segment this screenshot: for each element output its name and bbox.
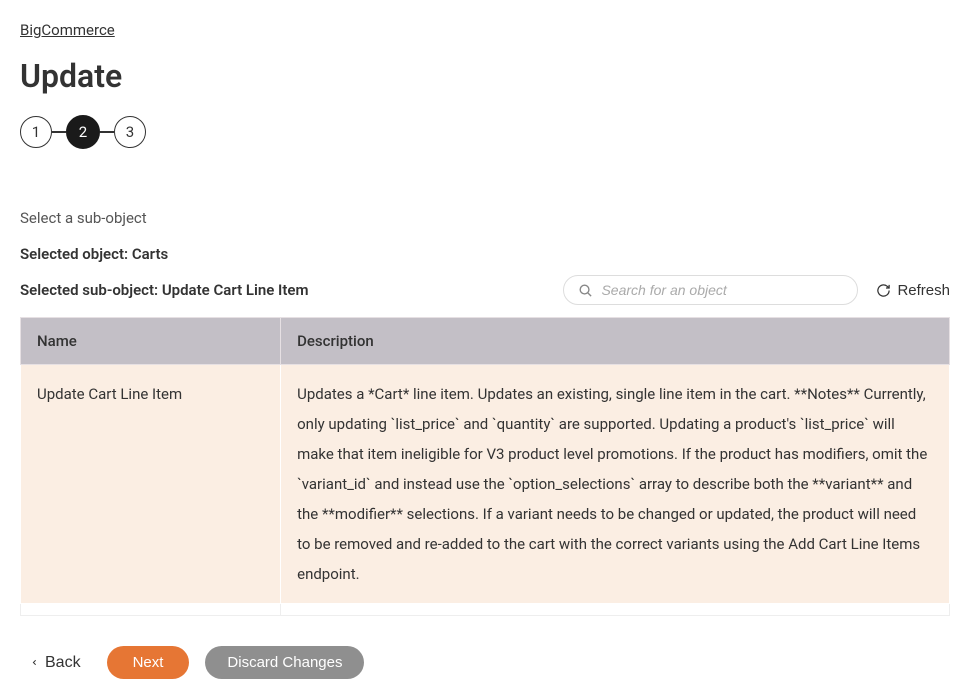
- step-1[interactable]: 1: [20, 116, 52, 148]
- stepper: 1 2 3: [20, 115, 950, 149]
- table-row[interactable]: Update Cart Line Item Updates a *Cart* l…: [21, 365, 950, 604]
- col-description-header: Description: [281, 318, 950, 365]
- object-table: Name Description Update Cart Line Item U…: [20, 317, 950, 616]
- footer: Back Next Discard Changes: [20, 646, 950, 679]
- selected-object-line: Selected object: Carts: [20, 245, 950, 263]
- selected-object-value: Carts: [132, 245, 168, 263]
- search-icon: [578, 283, 593, 298]
- back-label: Back: [45, 654, 81, 672]
- step-line: [100, 131, 114, 133]
- subheader: Select a sub-object: [20, 209, 950, 227]
- breadcrumb[interactable]: BigCommerce: [20, 21, 115, 39]
- search-input-wrapper[interactable]: [563, 275, 858, 305]
- step-line: [52, 131, 66, 133]
- col-name-header: Name: [21, 318, 281, 365]
- selected-sub-object-line: Selected sub-object: Update Cart Line It…: [20, 281, 309, 299]
- back-button[interactable]: Back: [20, 648, 91, 678]
- refresh-icon: [876, 283, 891, 298]
- next-button[interactable]: Next: [107, 646, 190, 679]
- cell-name: Update Cart Line Item: [21, 365, 281, 604]
- cell-description: Updates a *Cart* line item. Updates an e…: [281, 365, 950, 604]
- selected-sub-object-label: Selected sub-object:: [20, 281, 162, 299]
- refresh-label: Refresh: [897, 282, 950, 299]
- step-2[interactable]: 2: [66, 115, 100, 149]
- selected-object-label: Selected object:: [20, 245, 132, 263]
- step-3[interactable]: 3: [114, 116, 146, 148]
- table-row-empty: [21, 604, 950, 616]
- search-input[interactable]: [601, 282, 843, 298]
- selected-sub-object-value: Update Cart Line Item: [162, 281, 309, 299]
- page-title: Update: [20, 57, 950, 95]
- chevron-left-icon: [30, 656, 39, 669]
- refresh-button[interactable]: Refresh: [876, 282, 950, 299]
- discard-button[interactable]: Discard Changes: [205, 646, 364, 679]
